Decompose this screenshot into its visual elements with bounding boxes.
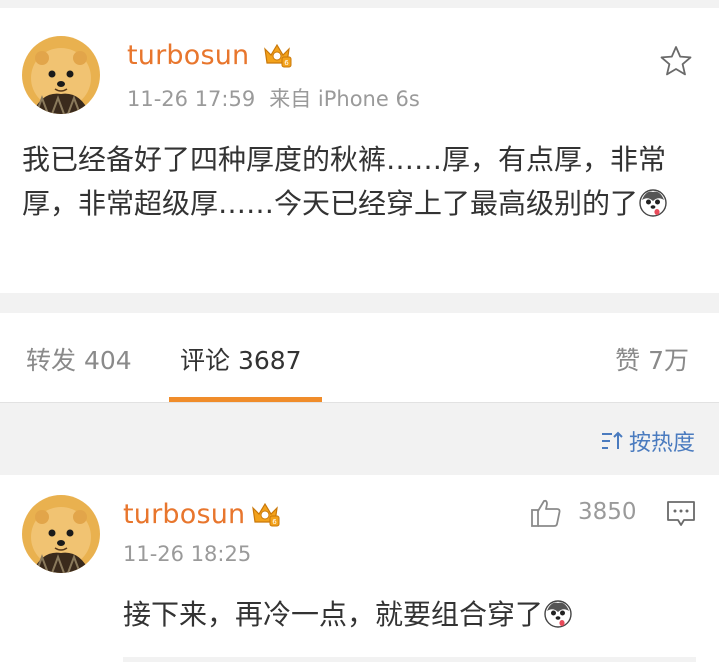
user-avatar[interactable] — [22, 36, 100, 114]
section-gap — [0, 293, 719, 313]
comment-text: 接下来，再冷一点，就要组合穿了 — [123, 593, 573, 633]
post-text: 我已经备好了四种厚度的秋裤……厚，有点厚，非常厚，非常超级厚……今天已经穿上了最… — [22, 138, 702, 226]
sort-icon — [601, 431, 625, 451]
post-text-content: 我已经备好了四种厚度的秋裤……厚，有点厚，非常厚，非常超级厚……今天已经穿上了最… — [22, 143, 667, 220]
svg-text:6: 6 — [284, 59, 289, 67]
active-tab-indicator — [169, 397, 322, 402]
post-meta: 11-26 17:59 来自 iPhone 6s — [127, 83, 420, 113]
reply-preview-box[interactable] — [123, 657, 696, 662]
vip-crown-icon: 6 — [262, 41, 292, 69]
post-time: 11-26 17:59 — [127, 87, 256, 111]
comment-item: turbosun 6 11-26 18:25 3850 接下来，再冷一点，就要组… — [0, 475, 719, 662]
comment-user-avatar[interactable] — [22, 495, 100, 573]
reply-icon[interactable] — [666, 500, 696, 528]
weibo-post: turbosun 6 11-26 17:59 来自 iPhone 6s 我已经备好… — [0, 8, 719, 293]
sort-by-hot-button[interactable]: 按热度 — [601, 425, 695, 457]
top-strip — [0, 0, 719, 8]
svg-text:6: 6 — [272, 518, 277, 526]
tab-repost[interactable]: 转发 404 — [26, 341, 132, 377]
comment-like-count: 3850 — [578, 499, 637, 525]
post-source[interactable]: 来自 iPhone 6s — [269, 87, 420, 111]
tab-comments[interactable]: 评论 3687 — [180, 341, 302, 377]
thumbs-up-icon[interactable] — [530, 497, 562, 529]
sort-bar: 按热度 — [0, 403, 719, 475]
sort-label: 按热度 — [628, 431, 695, 456]
post-username[interactable]: turbosun — [127, 40, 249, 71]
husky-emoji-icon — [543, 599, 573, 629]
comment-username[interactable]: turbosun — [123, 499, 245, 530]
vip-crown-icon: 6 — [250, 500, 280, 528]
comment-text-content: 接下来，再冷一点，就要组合穿了 — [123, 598, 544, 631]
comment-time: 11-26 18:25 — [123, 542, 252, 566]
star-icon[interactable] — [659, 44, 693, 78]
husky-emoji-icon — [638, 187, 668, 217]
tab-likes[interactable]: 赞 7万 — [615, 341, 689, 377]
tab-bar: 转发 404 评论 3687 赞 7万 — [0, 313, 719, 403]
